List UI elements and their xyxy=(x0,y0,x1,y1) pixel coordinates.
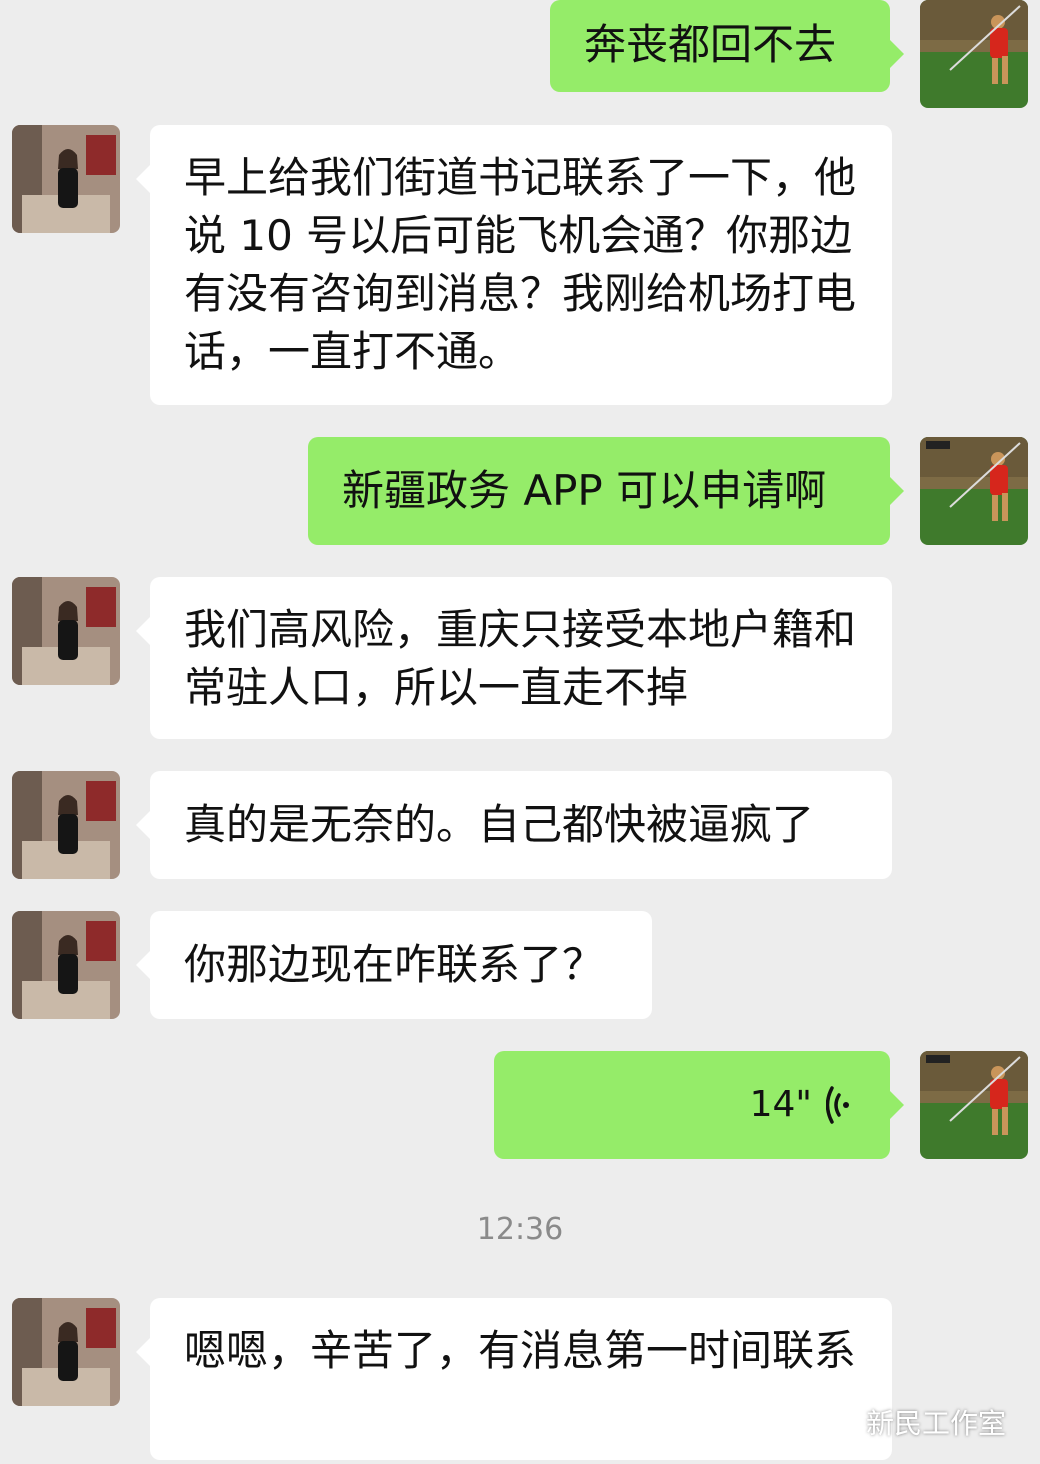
message-bubble-self[interactable]: 新疆政务 APP 可以申请啊 xyxy=(308,437,904,545)
voice-wave-icon xyxy=(826,1086,849,1124)
message-text: 新疆政务 APP 可以申请啊 xyxy=(342,466,827,515)
message-bubble-contact[interactable]: 我们高风险，重庆只接受本地户籍和常驻人口，所以一直走不掉 xyxy=(136,577,892,739)
message-bubble-contact[interactable]: 早上给我们街道书记联系了一下，他说 10 号以后可能飞机会通？你那边有没有咨询到… xyxy=(136,125,892,405)
message-text: 你那边现在咋联系了？ xyxy=(184,940,605,989)
message-text: 嗯嗯，辛苦了，有消息第一时间联系 xyxy=(184,1326,857,1375)
message-text: 奔丧都回不去 xyxy=(584,20,837,69)
avatar-self[interactable] xyxy=(920,0,1028,108)
voice-duration: 14" xyxy=(749,1084,812,1125)
avatar-contact[interactable] xyxy=(12,1298,120,1406)
avatar-self-image xyxy=(920,437,1028,545)
message-bubble-contact[interactable]: 嗯嗯，辛苦了，有消息第一时间联系 xyxy=(136,1298,892,1460)
avatar-contact[interactable] xyxy=(12,771,120,879)
avatar-contact[interactable] xyxy=(12,911,120,1019)
watermark: 新民工作室 xyxy=(824,1402,1006,1442)
message-bubble-self[interactable]: 奔丧都回不去 xyxy=(550,0,904,92)
voice-message-bubble[interactable]: 14" xyxy=(494,1051,904,1159)
wechat-icon xyxy=(824,1409,857,1434)
message-timestamp: 12:36 xyxy=(476,1212,564,1247)
avatar-self-image xyxy=(920,1051,1028,1159)
message-text: 真的是无奈的。自己都快被逼疯了 xyxy=(184,800,815,849)
message-text: 早上给我们街道书记联系了一下，他说 10 号以后可能飞机会通？你那边有没有咨询到… xyxy=(184,153,857,376)
avatar-contact-image xyxy=(12,911,120,1019)
message-text: 我们高风险，重庆只接受本地户籍和常驻人口，所以一直走不掉 xyxy=(184,605,857,712)
watermark-text: 新民工作室 xyxy=(865,1407,1006,1440)
avatar-self[interactable] xyxy=(920,437,1028,545)
message-bubble-contact[interactable]: 你那边现在咋联系了？ xyxy=(136,911,652,1019)
avatar-contact[interactable] xyxy=(12,125,120,233)
avatar-contact-image xyxy=(12,577,120,685)
avatar-contact-image xyxy=(12,1298,120,1406)
avatar-self-image xyxy=(920,0,1028,108)
avatar-contact-image xyxy=(12,125,120,233)
message-bubble-contact[interactable]: 真的是无奈的。自己都快被逼疯了 xyxy=(136,771,892,879)
avatar-contact[interactable] xyxy=(12,577,120,685)
avatar-self[interactable] xyxy=(920,1051,1028,1159)
avatar-contact-image xyxy=(12,771,120,879)
